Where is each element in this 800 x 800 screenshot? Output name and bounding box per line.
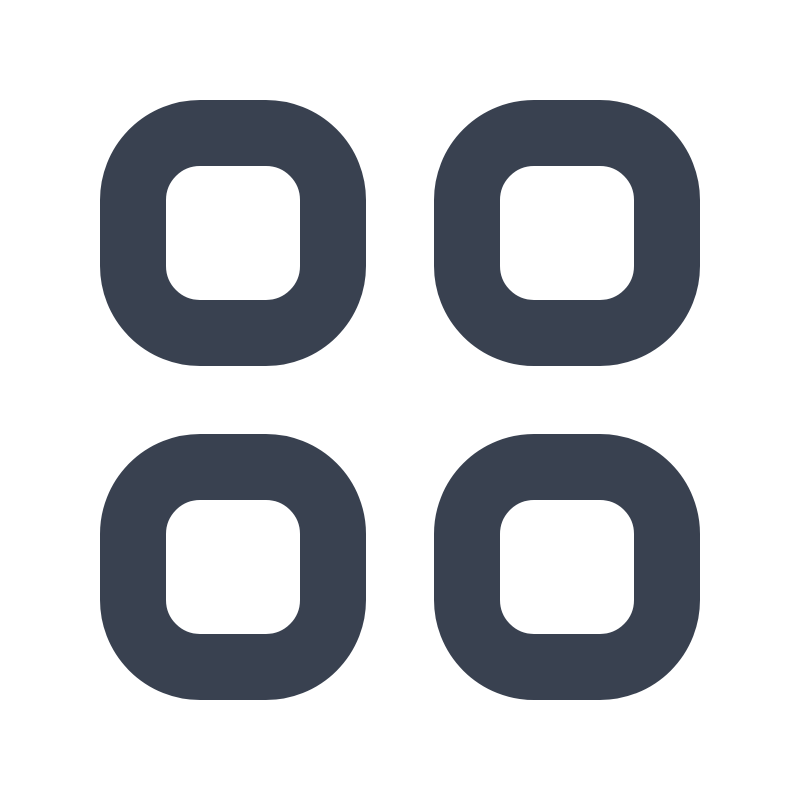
grid-icon — [100, 100, 700, 700]
grid-cell-top-right-icon — [434, 100, 700, 366]
grid-cell-bottom-right-icon — [434, 434, 700, 700]
grid-cell-bottom-left-icon — [100, 434, 366, 700]
icon-canvas — [0, 0, 800, 800]
grid-cell-top-left-icon — [100, 100, 366, 366]
